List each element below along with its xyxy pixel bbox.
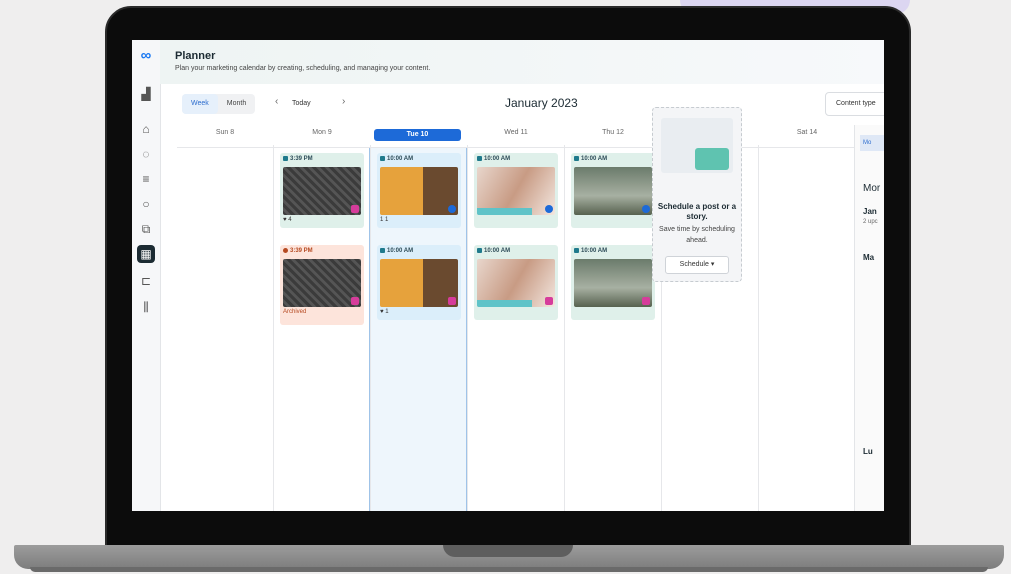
laptop-notch <box>443 545 573 557</box>
next-week-icon[interactable]: › <box>342 96 345 107</box>
post-card[interactable]: 10:00 AM <box>571 153 655 228</box>
post-engagement: ♥ 1 <box>380 309 389 315</box>
menu-icon[interactable]: ≡ <box>137 170 155 188</box>
schedule-body: Save time by scheduling ahead. <box>659 226 735 244</box>
planner-header: Planner Plan your marketing calendar by … <box>160 40 884 84</box>
post-thumbnail <box>283 167 361 215</box>
meta-logo-icon[interactable]: ∞ <box>137 46 155 64</box>
prev-week-icon[interactable]: ‹ <box>275 96 278 107</box>
day-header-selected[interactable]: Tue 10 <box>374 129 461 141</box>
schedule-button[interactable]: Schedule ▾ <box>665 256 729 274</box>
home-icon[interactable]: ⌂ <box>137 120 155 138</box>
instagram-icon <box>448 297 456 305</box>
post-card[interactable]: 3:39 PM ♥ 4 <box>280 153 364 228</box>
column-divider <box>564 145 565 511</box>
post-thumbnail <box>477 167 555 215</box>
create-icon[interactable]: ○ <box>137 195 155 213</box>
archived-icon <box>283 248 288 253</box>
post-thumbnail <box>477 259 555 307</box>
post-type-icon <box>380 248 385 253</box>
post-card[interactable]: 10:00 AM ♥ 1 <box>377 245 461 320</box>
column-divider <box>467 145 468 511</box>
instagram-icon <box>351 297 359 305</box>
notifications-icon[interactable]: ◌ <box>137 145 155 163</box>
post-card-archived[interactable]: 3:39 PM Archived <box>280 245 364 325</box>
month-title: January 2023 <box>505 96 578 110</box>
schedule-illustration <box>661 118 733 173</box>
column-divider <box>758 145 759 511</box>
post-type-icon <box>477 156 482 161</box>
ads-icon[interactable]: ⊏ <box>137 272 155 290</box>
day-header[interactable]: Mon 9 <box>274 129 370 136</box>
insights-icon[interactable]: ⫼ <box>137 298 155 316</box>
facebook-icon <box>545 205 553 213</box>
today-button[interactable]: Today <box>292 100 311 107</box>
day-header[interactable]: Thu 12 <box>565 129 661 136</box>
month-view-button[interactable]: Month <box>218 94 255 114</box>
panel-heading: Mor <box>863 183 881 194</box>
post-type-icon <box>283 156 288 161</box>
caption-bar <box>477 300 532 307</box>
content-icon[interactable]: ⧉ <box>137 220 155 238</box>
post-status: Archived <box>283 309 307 315</box>
chevron-down-icon: ▾ <box>710 261 715 268</box>
post-type-icon <box>574 156 579 161</box>
post-thumbnail <box>574 167 652 215</box>
panel-count: 2 upc <box>863 219 878 225</box>
week-view-button[interactable]: Week <box>182 94 218 114</box>
content-type-filter[interactable]: Content type <box>825 92 884 116</box>
post-type-icon <box>574 248 579 253</box>
day-header[interactable]: Sun 8 <box>177 129 273 136</box>
facebook-icon <box>448 205 456 213</box>
view-toggle: Week Month <box>182 94 256 114</box>
instagram-icon <box>545 297 553 305</box>
left-rail: ∞ ▟ ⌂ ◌ ≡ ○ ⧉ ▦ ⊏ ⫼ <box>132 40 161 511</box>
day-header[interactable]: Sat 14 <box>759 129 855 136</box>
post-thumbnail <box>380 259 458 307</box>
column-divider <box>273 145 274 511</box>
header-divider <box>177 147 857 148</box>
laptop-base-shadow <box>30 567 988 572</box>
panel-date: Jan <box>863 207 877 216</box>
right-panel: Mo Mor Jan 2 upc Ma Lu <box>854 125 884 511</box>
post-card[interactable]: 10:00 AM <box>474 245 558 320</box>
post-type-icon <box>477 248 482 253</box>
post-thumbnail <box>283 259 361 307</box>
post-thumbnail <box>380 167 458 215</box>
panel-tab[interactable]: Mo <box>860 135 884 151</box>
planner-screen: ∞ ▟ ⌂ ◌ ≡ ○ ⧉ ▦ ⊏ ⫼ Planner Plan your ma… <box>132 40 884 511</box>
panel-item-label: Ma <box>863 253 875 262</box>
post-card[interactable]: 10:00 AM 1 1 <box>377 153 461 228</box>
post-thumbnail <box>574 259 652 307</box>
post-type-icon <box>380 156 385 161</box>
page-title: Planner <box>175 50 216 62</box>
page-subtitle: Plan your marketing calendar by creating… <box>175 65 431 72</box>
instagram-icon <box>351 205 359 213</box>
post-card[interactable]: 10:00 AM <box>474 153 558 228</box>
post-engagement: ♥ 4 <box>283 217 292 223</box>
post-card[interactable]: 10:00 AM <box>571 245 655 320</box>
column-divider <box>370 145 371 511</box>
schedule-placeholder-card: Schedule a post or a story. Save time by… <box>652 107 742 282</box>
panel-item-label: Lu <box>863 447 873 456</box>
week-grid: Sun 8 Mon 9 Tue 10 Wed 11 Thu 12 Fri 13 … <box>177 125 857 511</box>
dashboard-icon[interactable]: ▟ <box>137 85 155 103</box>
facebook-icon <box>642 205 650 213</box>
caption-bar <box>477 208 532 215</box>
schedule-heading: Schedule a post or a story. <box>657 202 737 221</box>
instagram-icon <box>642 297 650 305</box>
day-header[interactable]: Wed 11 <box>468 129 564 136</box>
post-engagement: 1 1 <box>380 217 389 223</box>
calendar-toolbar: Week Month ‹ Today › January 2023 Conten… <box>160 90 884 118</box>
planner-calendar-icon[interactable]: ▦ <box>137 245 155 263</box>
